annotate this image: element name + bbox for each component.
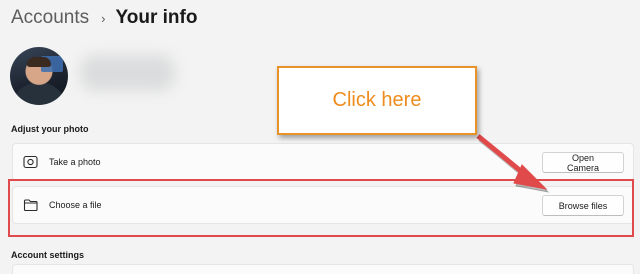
- account-settings-row: [12, 264, 634, 274]
- section-heading-account-settings: Account settings: [11, 250, 85, 260]
- avatar: [10, 47, 68, 105]
- folder-icon: [23, 198, 39, 212]
- open-camera-button[interactable]: Open Camera: [542, 152, 624, 173]
- choose-file-row: Choose a file Browse files: [12, 186, 634, 224]
- camera-icon: [23, 155, 39, 169]
- take-photo-label: Take a photo: [49, 157, 101, 167]
- breadcrumb-accounts-link[interactable]: Accounts: [11, 7, 89, 29]
- chevron-right-icon: ›: [101, 10, 106, 26]
- breadcrumb: Accounts › Your info: [11, 4, 197, 32]
- choose-file-label: Choose a file: [49, 200, 102, 210]
- take-photo-row: Take a photo Open Camera: [12, 143, 634, 181]
- section-heading-adjust-photo: Adjust your photo: [11, 124, 89, 134]
- redacted-user-name: [80, 55, 175, 91]
- callout-text: Click here: [332, 89, 422, 111]
- click-here-callout: Click here: [277, 66, 477, 135]
- page-title: Your info: [115, 7, 198, 28]
- avatar-hair: [27, 57, 51, 67]
- annotation-arrow: [476, 134, 550, 193]
- browse-files-button[interactable]: Browse files: [542, 195, 624, 216]
